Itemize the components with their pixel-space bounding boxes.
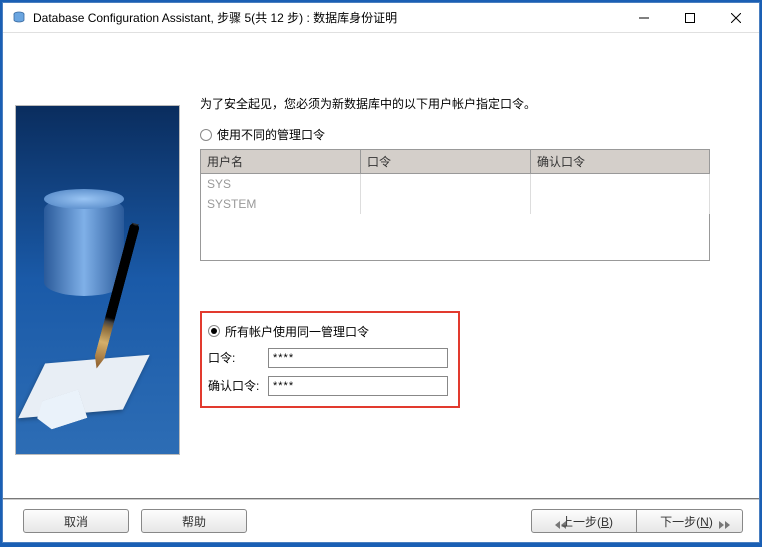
app-window: Database Configuration Assistant, 步骤 5(共… [2, 2, 760, 543]
radio-same-password[interactable]: 所有帐户使用同一管理口令 [208, 323, 448, 340]
cell-user: SYSTEM [201, 194, 361, 214]
confirm-password-row: 确认口令: [208, 376, 448, 396]
radio-different-passwords[interactable]: 使用不同的管理口令 [200, 126, 735, 143]
password-label: 口令: [208, 349, 268, 366]
content-area: 为了安全起见，您必须为新数据库中的以下用户帐户指定口令。 使用不同的管理口令 用… [3, 33, 759, 498]
close-button[interactable] [713, 3, 759, 33]
password-row: 口令: [208, 348, 448, 368]
radio-icon [200, 129, 212, 141]
password-input[interactable] [268, 348, 448, 368]
radio-icon [208, 325, 220, 337]
col-header-user: 用户名 [201, 150, 361, 174]
confirm-password-input[interactable] [268, 376, 448, 396]
cancel-button[interactable]: 取消 [23, 509, 129, 533]
app-icon [11, 10, 27, 26]
titlebar: Database Configuration Assistant, 步骤 5(共… [3, 3, 759, 33]
help-button[interactable]: 帮助 [141, 509, 247, 533]
users-password-table: 用户名 口令 确认口令 SYS SYSTEM [200, 149, 710, 261]
cell-password[interactable] [361, 194, 531, 214]
instruction-text: 为了安全起见，您必须为新数据库中的以下用户帐户指定口令。 [200, 95, 735, 112]
nav-buttons: 上一步(B) 下一步(N) [531, 509, 743, 533]
window-controls [621, 3, 759, 33]
table-row-empty [201, 214, 710, 260]
button-label: 上一步(B) [561, 513, 613, 530]
database-icon [44, 196, 124, 296]
cell-confirm[interactable] [531, 174, 710, 195]
main-panel: 为了安全起见，您必须为新数据库中的以下用户帐户指定口令。 使用不同的管理口令 用… [200, 45, 747, 486]
wizard-footer: 取消 帮助 上一步(B) 下一步(N) [3, 498, 759, 542]
button-label: 帮助 [182, 513, 206, 530]
confirm-password-label: 确认口令: [208, 377, 268, 394]
next-button[interactable]: 下一步(N) [637, 509, 743, 533]
col-header-password: 口令 [361, 150, 531, 174]
back-button[interactable]: 上一步(B) [531, 509, 637, 533]
wizard-sidebar-image [15, 105, 180, 455]
minimize-button[interactable] [621, 3, 667, 33]
col-header-confirm: 确认口令 [531, 150, 710, 174]
window-title: Database Configuration Assistant, 步骤 5(共… [33, 9, 621, 26]
maximize-button[interactable] [667, 3, 713, 33]
button-label: 取消 [64, 513, 88, 530]
radio-label: 使用不同的管理口令 [217, 126, 325, 143]
cell-password[interactable] [361, 174, 531, 195]
table-row: SYS [201, 174, 710, 195]
radio-label: 所有帐户使用同一管理口令 [225, 323, 369, 340]
cell-user: SYS [201, 174, 361, 195]
button-label: 下一步(N) [660, 513, 713, 530]
same-password-group: 所有帐户使用同一管理口令 口令: 确认口令: [200, 311, 460, 408]
table-row: SYSTEM [201, 194, 710, 214]
cell-confirm[interactable] [531, 194, 710, 214]
